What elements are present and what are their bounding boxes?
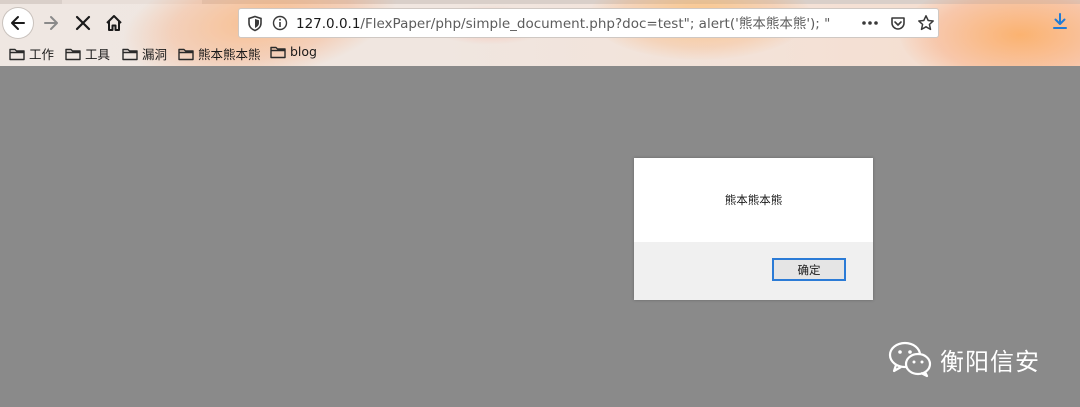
- url-text[interactable]: 127.0.0.1/FlexPaper/php/simple_document.…: [296, 15, 836, 33]
- url-path: /FlexPaper/php/simple_document.php?doc=t…: [360, 16, 831, 32]
- watermark-text: 衡阳信安: [940, 347, 1040, 376]
- bookmark-folder[interactable]: 漏洞: [122, 44, 167, 63]
- download-icon: [1053, 13, 1067, 29]
- more-dots-icon[interactable]: [861, 15, 879, 31]
- bookmark-label: 工作: [29, 47, 55, 62]
- pocket-icon[interactable]: [890, 15, 906, 31]
- arrow-left-icon: [11, 16, 25, 30]
- bookmark-folder[interactable]: 工具: [65, 44, 110, 63]
- bookmark-star-icon[interactable]: [917, 14, 935, 32]
- bookmark-label: blog: [290, 44, 317, 59]
- home-button[interactable]: [99, 8, 129, 38]
- bookmark-label: 工具: [85, 47, 111, 62]
- bookmark-folder[interactable]: 工作: [9, 44, 54, 63]
- bookmark-label: 熊本熊本熊: [198, 47, 261, 62]
- downloads-button[interactable]: [1052, 12, 1068, 34]
- arrow-right-icon: [44, 16, 58, 30]
- folder-icon: [9, 48, 25, 60]
- folder-icon: [270, 46, 286, 58]
- tab-active[interactable]: [62, 0, 202, 4]
- ok-button[interactable]: 确定: [772, 258, 846, 281]
- wechat-icon: [888, 341, 932, 378]
- bookmark-folder[interactable]: 熊本熊本熊: [178, 44, 261, 63]
- bookmarks-toolbar: 工作 工具 漏洞 熊本熊本熊 blog: [0, 43, 1080, 63]
- alert-message-area: 熊本熊本熊: [634, 158, 873, 242]
- watermark: 衡阳信安: [888, 340, 1040, 378]
- info-icon[interactable]: [272, 15, 288, 31]
- folder-icon: [65, 48, 81, 60]
- back-button[interactable]: [3, 8, 33, 38]
- browser-chrome: 127.0.0.1/FlexPaper/php/simple_document.…: [0, 0, 1080, 66]
- tracking-shield-icon[interactable]: [247, 15, 263, 32]
- stop-button[interactable]: [68, 8, 98, 38]
- bookmark-folder[interactable]: blog: [270, 44, 317, 59]
- url-host: 127.0.0.1: [296, 16, 361, 32]
- address-bar[interactable]: 127.0.0.1/FlexPaper/php/simple_document.…: [238, 8, 939, 38]
- forward-button[interactable]: [36, 8, 66, 38]
- bookmark-label: 漏洞: [142, 47, 168, 62]
- folder-icon: [122, 48, 138, 60]
- close-icon: [75, 15, 91, 31]
- tab-strip: [0, 0, 1080, 4]
- alert-dialog: 熊本熊本熊 确定: [634, 158, 873, 300]
- folder-icon: [178, 48, 194, 60]
- home-icon: [106, 15, 122, 31]
- alert-message: 熊本熊本熊: [724, 193, 783, 207]
- alert-button-area: 确定: [634, 242, 873, 300]
